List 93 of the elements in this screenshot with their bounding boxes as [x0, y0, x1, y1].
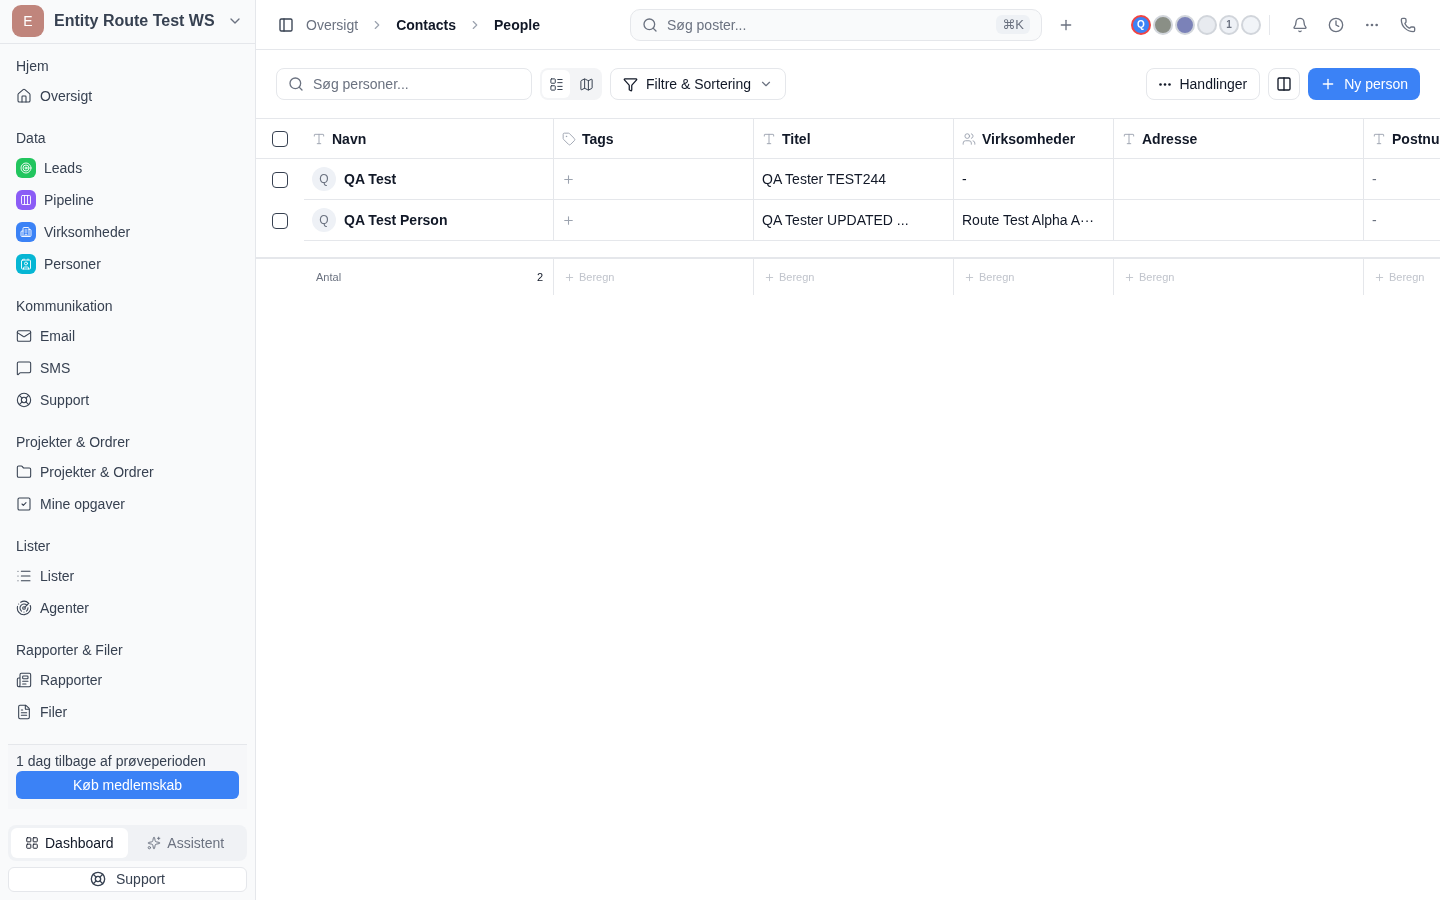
sidebar-item[interactable]: Pipeline	[8, 183, 247, 216]
mode-tab[interactable]: Assistent	[127, 827, 244, 858]
sidebar-item[interactable]: Filer	[8, 695, 247, 728]
breadcrumb-item[interactable]: People	[494, 16, 540, 33]
more-icon	[1159, 82, 1172, 86]
avatar[interactable]: 1	[1219, 14, 1239, 35]
footer-count: 2	[536, 271, 543, 283]
plus-icon	[1374, 271, 1385, 283]
support-button[interactable]: Support	[8, 866, 247, 892]
add-tag-icon[interactable]	[562, 213, 575, 227]
column-header[interactable]: Navn	[304, 118, 554, 159]
text-type-icon	[1122, 131, 1136, 146]
radar-icon	[16, 599, 32, 616]
split-panel-icon	[1276, 76, 1293, 92]
folder-icon	[16, 463, 32, 480]
table-cell: -	[1372, 212, 1377, 228]
avatar: Q	[312, 167, 336, 191]
avatar: Q	[312, 208, 336, 232]
avatar[interactable]: Q	[1131, 14, 1151, 35]
table-cell: -	[1372, 171, 1377, 187]
avatar[interactable]	[1153, 14, 1173, 35]
buy-button[interactable]: Køb medlemskab	[16, 770, 239, 799]
table-cell: Route Test Alpha A···	[962, 212, 1095, 228]
search-field[interactable]: Søg personer...	[276, 68, 532, 100]
map-icon	[578, 76, 594, 92]
sidebar-item[interactable]: Lister	[8, 559, 247, 592]
person-name[interactable]: QA Test	[344, 171, 397, 187]
panel-toggle[interactable]	[1268, 68, 1301, 100]
select-all-checkbox[interactable]	[272, 130, 288, 147]
view-toggle[interactable]	[542, 70, 570, 98]
filter-icon	[623, 76, 638, 92]
text-type-icon	[1372, 131, 1386, 146]
mail-icon	[16, 327, 32, 344]
filter-button[interactable]: Filtre & Sortering	[610, 68, 787, 100]
section-title: Hjem	[15, 56, 50, 76]
table-cell: -	[962, 171, 967, 187]
row-checkbox[interactable]	[272, 212, 288, 229]
column-header[interactable]: Postnu	[1364, 118, 1440, 159]
text-type-icon	[312, 131, 326, 146]
newspaper-icon	[16, 671, 32, 688]
sidebar-item[interactable]: Oversigt	[8, 79, 247, 112]
lifebuoy-icon	[16, 391, 32, 408]
column-header[interactable]: Virksomheder	[954, 118, 1114, 159]
sidebar-item[interactable]: Mine opgaver	[8, 487, 247, 520]
column-header[interactable]: Tags	[554, 118, 754, 159]
people-icon	[962, 131, 976, 146]
avatar[interactable]	[1175, 14, 1195, 35]
sidebar-toggle-icon[interactable]	[278, 16, 294, 33]
checkbox-icon	[16, 495, 32, 512]
plus-icon	[764, 271, 775, 283]
breadcrumb-item[interactable]: Contacts	[396, 16, 457, 33]
plus-icon	[1124, 271, 1135, 283]
table-cell: QA Tester UPDATED ...	[762, 212, 909, 228]
home-icon	[16, 87, 32, 104]
lifebuoy-icon	[89, 871, 106, 888]
add-tag-icon[interactable]	[562, 172, 575, 186]
sidebar-item[interactable]: Projekter & Ordrer	[8, 455, 247, 488]
sidebar-item[interactable]: Email	[8, 319, 247, 352]
plus-icon	[564, 271, 575, 283]
section-title: Rapporter & Filer	[15, 640, 124, 660]
search-icon	[642, 16, 658, 33]
new-person-button[interactable]: Ny person	[1308, 68, 1420, 100]
grid-icon	[25, 835, 39, 850]
search-icon	[288, 76, 304, 92]
list-icon	[548, 76, 564, 92]
mode-tab[interactable]: Dashboard	[11, 827, 128, 858]
trial-text: 1 dag tilbage af prøveperioden	[16, 752, 207, 769]
column-header[interactable]: Titel	[754, 118, 954, 159]
person-name[interactable]: QA Test Person	[344, 212, 448, 228]
sidebar-item[interactable]: SMS	[8, 351, 247, 384]
breadcrumb-item[interactable]: Oversigt	[306, 16, 359, 33]
workspace-name: Entity Route Test WS	[54, 12, 216, 31]
plus-icon	[964, 271, 975, 283]
sidebar-item[interactable]: Personer	[8, 247, 247, 280]
section-title: Data	[15, 128, 47, 148]
text-type-icon	[762, 131, 776, 146]
tag-icon	[562, 131, 576, 146]
section-title: Kommunikation	[15, 296, 114, 316]
table-cell: QA Tester TEST244	[762, 171, 886, 187]
column-header[interactable]: Adresse	[1114, 118, 1364, 159]
sidebar-item[interactable]: Leads	[8, 151, 247, 184]
section-title: Lister	[15, 536, 52, 556]
sparkles-icon	[147, 835, 162, 850]
row-checkbox[interactable]	[272, 171, 288, 188]
sidebar-item[interactable]: Support	[8, 383, 247, 416]
footer-label: Antal	[316, 271, 342, 283]
section-title: Projekter & Ordrer	[15, 432, 131, 452]
sidebar-item[interactable]: Agenter	[8, 591, 247, 624]
sidebar-item[interactable]: Rapporter	[8, 663, 247, 696]
file-icon	[16, 703, 32, 720]
actions-button[interactable]: Handlinger	[1146, 68, 1261, 100]
sidebar-item[interactable]: Virksomheder	[8, 215, 247, 248]
chat-icon	[16, 359, 32, 376]
